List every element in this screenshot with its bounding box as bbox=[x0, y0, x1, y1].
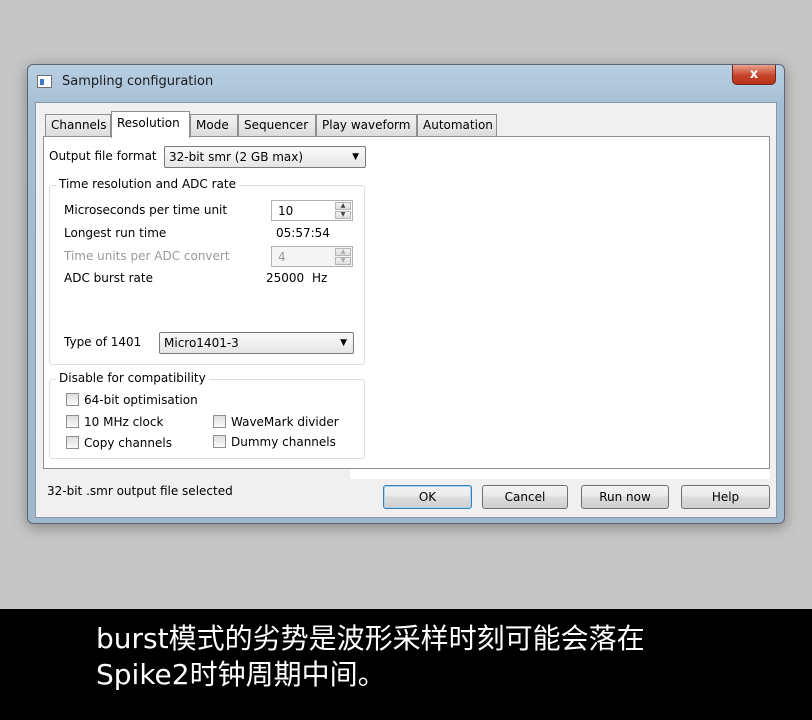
dialog-client-area: Channels Resolution Mode Sequencer Play … bbox=[35, 102, 777, 518]
chevron-down-icon: ▼ bbox=[352, 152, 359, 162]
output-format-select[interactable]: 32-bit smr (2 GB max) ▼ bbox=[164, 146, 366, 168]
opt64-label: 64-bit optimisation bbox=[84, 393, 198, 407]
help-button[interactable]: Help bbox=[681, 485, 770, 509]
longest-run-value: 05:57:54 bbox=[276, 226, 330, 240]
longest-run-label: Longest run time bbox=[64, 226, 167, 240]
us-per-unit-value: 10 bbox=[278, 204, 294, 218]
burst-rate-label: ADC burst rate bbox=[64, 271, 153, 285]
resolution-tab-panel: Output file format 32-bit smr (2 GB max)… bbox=[43, 136, 770, 469]
time-resolution-group-title: Time resolution and ADC rate bbox=[56, 177, 239, 191]
type1401-value: Micro1401-3 bbox=[164, 336, 239, 350]
tab-channels[interactable]: Channels bbox=[45, 114, 111, 136]
units-per-adc-label: Time units per ADC convert bbox=[64, 249, 230, 263]
time-resolution-group: Time resolution and ADC rate Microsecond… bbox=[49, 177, 365, 365]
title-bar[interactable]: Sampling configuration x bbox=[28, 65, 784, 99]
clock10-label: 10 MHz clock bbox=[84, 415, 164, 429]
subtitle-line-2: Spike2时钟周期中间。 bbox=[96, 658, 386, 691]
clock10-checkbox[interactable]: 10 MHz clock bbox=[66, 415, 163, 429]
compatibility-group-title: Disable for compatibility bbox=[56, 371, 209, 385]
spin-up-icon[interactable]: ▲ bbox=[335, 248, 351, 256]
spin-down-icon[interactable]: ▼ bbox=[335, 257, 351, 265]
sampling-configuration-dialog: Sampling configuration x Channels Resolu… bbox=[27, 64, 785, 524]
burst-rate-unit: Hz bbox=[312, 271, 328, 285]
type1401-select[interactable]: Micro1401-3 ▼ bbox=[159, 332, 354, 354]
burst-rate-value: 25000 bbox=[266, 271, 305, 285]
tab-sequencer[interactable]: Sequencer bbox=[238, 114, 316, 136]
dummy-label: Dummy channels bbox=[231, 435, 336, 449]
dummy-checkbox[interactable]: Dummy channels bbox=[213, 435, 336, 449]
compatibility-group: Disable for compatibility 64-bit optimis… bbox=[49, 371, 365, 459]
units-per-adc-spinner[interactable]: 4 ▲ ▼ bbox=[271, 246, 353, 267]
copy-checkbox[interactable]: Copy channels bbox=[66, 436, 172, 450]
tab-mode[interactable]: Mode bbox=[190, 114, 238, 136]
us-per-unit-spinner[interactable]: 10 ▲ ▼ bbox=[271, 200, 353, 221]
tab-automation[interactable]: Automation bbox=[417, 114, 497, 136]
status-text: 32-bit .smr output file selected bbox=[47, 484, 233, 498]
type1401-label: Type of 1401 bbox=[64, 335, 142, 349]
subtitle-line-1: burst模式的劣势是波形采样时刻可能会落在 bbox=[96, 622, 645, 655]
us-per-unit-label: Microseconds per time unit bbox=[64, 203, 228, 217]
wavemark-label: WaveMark divider bbox=[231, 415, 339, 429]
subtitle-bar: burst模式的劣势是波形采样时刻可能会落在 Spike2时钟周期中间。 bbox=[0, 609, 812, 720]
tab-play-waveform[interactable]: Play waveform bbox=[316, 114, 417, 136]
output-format-value: 32-bit smr (2 GB max) bbox=[169, 150, 304, 164]
cancel-button[interactable]: Cancel bbox=[482, 485, 568, 509]
close-button[interactable]: x bbox=[732, 65, 776, 85]
tab-resolution[interactable]: Resolution bbox=[111, 111, 190, 138]
output-format-label: Output file format bbox=[49, 149, 157, 163]
run-now-button[interactable]: Run now bbox=[581, 485, 669, 509]
spin-up-icon[interactable]: ▲ bbox=[335, 202, 351, 210]
chevron-down-icon: ▼ bbox=[340, 338, 347, 348]
copy-label: Copy channels bbox=[84, 436, 172, 450]
spin-down-icon[interactable]: ▼ bbox=[335, 211, 351, 219]
app-icon bbox=[37, 75, 52, 88]
opt64-checkbox[interactable]: 64-bit optimisation bbox=[66, 393, 198, 407]
units-per-adc-value: 4 bbox=[278, 250, 286, 264]
ok-button[interactable]: OK bbox=[383, 485, 472, 509]
wavemark-checkbox[interactable]: WaveMark divider bbox=[213, 415, 339, 429]
window-title: Sampling configuration bbox=[62, 74, 214, 89]
